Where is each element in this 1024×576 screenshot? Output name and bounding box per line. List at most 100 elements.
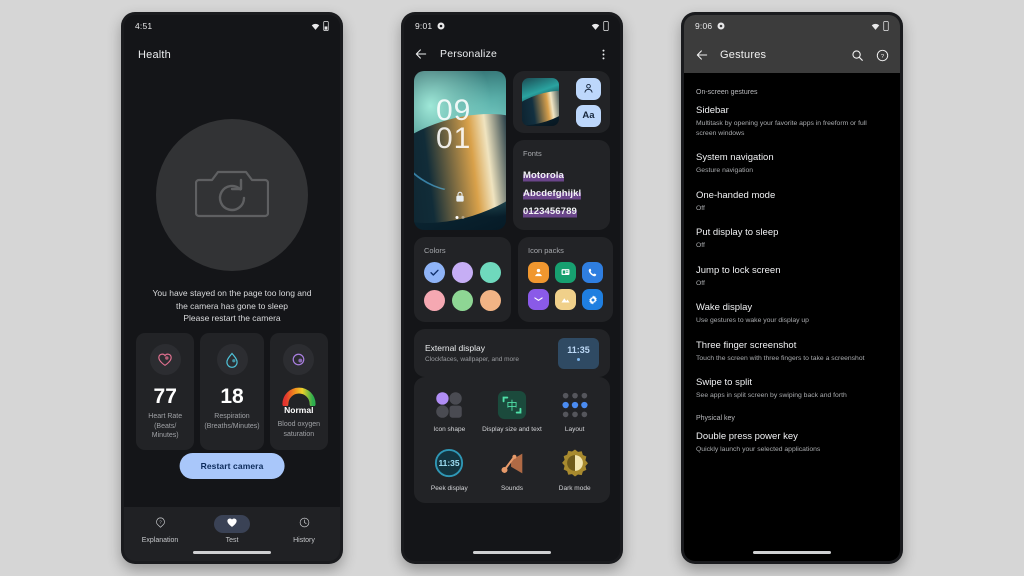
list-item-swipe-to-split[interactable]: Swipe to split See apps in split screen … — [696, 377, 888, 401]
icon-shape-icon — [434, 389, 465, 420]
list-item-system-navigation[interactable]: System navigation Gesture navigation — [696, 152, 888, 176]
card-header: Fonts — [523, 149, 542, 158]
stat-card-blood-oxygen[interactable]: Normal Blood oxygen saturation — [269, 333, 329, 450]
home-indicator[interactable] — [473, 551, 551, 554]
nav-item-explanation[interactable]: ? Explanation — [129, 515, 191, 544]
colors-iconpacks-row: Colors Icon packs — [414, 237, 613, 322]
list-item-wake-display[interactable]: Wake display Use gestures to wake your d… — [696, 302, 888, 326]
icon-packs-card[interactable]: Icon packs — [518, 237, 613, 322]
font-sample-line: Abcdefghijkl — [523, 187, 582, 200]
nav-label: Test — [225, 537, 239, 544]
phone-health: 4:51 Health You have stayed on the page … — [121, 12, 343, 564]
list-item-sidebar[interactable]: Sidebar Multitask by opening your favori… — [696, 105, 888, 138]
wifi-icon — [871, 22, 880, 31]
list-item-three-finger-screenshot[interactable]: Three finger screenshot Touch the screen… — [696, 340, 888, 364]
list-item-double-press-power-key[interactable]: Double press power key Quickly launch yo… — [696, 431, 888, 455]
grid-item-dark-mode[interactable]: Dark mode — [543, 448, 606, 494]
list-item-title: Swipe to split — [696, 377, 752, 388]
phone-icon[interactable] — [582, 262, 603, 283]
list-item-subtitle: Use gestures to wake your display up — [696, 317, 809, 324]
grid-item-layout[interactable]: Layout — [543, 389, 606, 435]
camera-refresh-icon — [194, 162, 270, 229]
grid-item-icon-shape[interactable]: Icon shape — [418, 389, 481, 435]
page-dot — [455, 216, 459, 219]
color-swatch[interactable] — [424, 290, 445, 311]
grid-item-label: Icon shape — [433, 426, 466, 433]
help-circle-icon[interactable]: ? — [876, 49, 889, 62]
stat-card-heart-rate[interactable]: 77 Heart Rate (Beats/ Minutes) — [136, 333, 195, 450]
messages-icon[interactable] — [555, 262, 576, 283]
layout-grid-icon — [559, 389, 590, 420]
list-item-title: Put display to sleep — [696, 227, 779, 238]
phone-gestures-screen: 9:06 Gestures ? On-screen gestures Sideb… — [684, 15, 900, 561]
photos-icon[interactable] — [555, 289, 576, 310]
personalize-grid: Icon shape 中 Display size and text Layou… — [418, 389, 606, 493]
app-bar: Personalize — [404, 37, 620, 71]
stat-label: Heart Rate (Beats/ Minutes) — [148, 413, 183, 439]
fonts-card[interactable]: Fonts Motorola Abcdefghijkl 0123456789 — [513, 140, 610, 230]
dark-mode-icon — [559, 448, 590, 479]
colors-card[interactable]: Colors — [414, 237, 511, 322]
location-icon — [437, 22, 445, 30]
grid-item-label: Display size and text — [482, 426, 542, 433]
list-item-title: Three finger screenshot — [696, 339, 797, 351]
home-indicator[interactable] — [193, 551, 271, 554]
location-icon — [717, 22, 725, 30]
sleep-message-line: You have stayed on the page too long and — [152, 288, 312, 298]
status-bar: 9:01 — [404, 15, 620, 37]
clock-icon — [299, 515, 310, 533]
list-item-subtitle: Off — [696, 204, 705, 212]
nav-pill-active — [214, 515, 250, 533]
stat-label: Blood oxygen saturation — [277, 421, 321, 438]
nav-item-test[interactable]: Test — [201, 515, 263, 544]
svg-text:中: 中 — [506, 399, 517, 412]
phone-personalize: 9:01 Personalize 09 01 Aa Fonts Motorola… — [401, 12, 623, 564]
card-title: External display — [425, 343, 486, 353]
wifi-icon — [311, 22, 320, 31]
list-item-title: Jump to lock screen — [696, 264, 781, 276]
stat-label: Respiration (Breaths/Minutes) — [204, 413, 260, 430]
list-item-put-display-to-sleep[interactable]: Put display to sleep Off — [696, 227, 888, 251]
personalize-scroll[interactable]: 09 01 Aa Fonts Motorola Abcdefghijkl 012… — [404, 71, 620, 561]
grid-item-label: Dark mode — [558, 484, 591, 492]
color-swatch[interactable] — [480, 262, 501, 283]
search-icon[interactable] — [851, 49, 864, 62]
color-swatch[interactable] — [452, 262, 473, 283]
svg-text:?: ? — [881, 53, 885, 59]
mail-icon[interactable] — [528, 289, 549, 310]
restart-camera-button[interactable]: Restart camera — [179, 453, 285, 479]
list-item-one-handed-mode[interactable]: One-handed mode Off — [696, 190, 888, 214]
grid-item-sounds[interactable]: Sounds — [481, 448, 544, 494]
grid-item-display-size[interactable]: 中 Display size and text — [481, 389, 544, 435]
color-swatch[interactable] — [480, 290, 501, 311]
gestures-list[interactable]: On-screen gestures Sidebar Multitask by … — [684, 73, 900, 561]
color-swatch[interactable] — [452, 290, 473, 311]
camera-sleep-indicator[interactable] — [156, 119, 308, 271]
color-swatch-selected[interactable] — [424, 262, 445, 283]
nav-item-history[interactable]: History — [273, 515, 335, 544]
color-swatch-grid — [424, 262, 501, 311]
grid-item-label: Layout — [564, 426, 585, 433]
font-icon[interactable]: Aa — [576, 104, 601, 127]
contacts-icon[interactable] — [528, 262, 549, 283]
page-dots — [455, 216, 465, 219]
water-drop-icon — [216, 344, 248, 375]
oxygen-gauge: Normal — [282, 387, 316, 415]
home-indicator[interactable] — [753, 551, 831, 554]
quick-personalize-card[interactable]: Aa — [513, 71, 610, 133]
more-vert-icon[interactable] — [597, 48, 610, 61]
list-item-jump-to-lock-screen[interactable]: Jump to lock screen Off — [696, 265, 888, 289]
status-bar-time: 9:06 — [695, 21, 713, 31]
grid-item-peek-display[interactable]: 11:35 Peek display — [418, 448, 481, 494]
person-icon[interactable] — [576, 77, 601, 100]
external-display-card[interactable]: External display Clockfaces, wallpaper, … — [414, 329, 610, 377]
wallpaper-card[interactable]: 09 01 — [414, 71, 506, 230]
list-item-subtitle: Multitask by opening your favorite apps … — [696, 120, 867, 137]
settings-gear-icon[interactable] — [582, 289, 603, 310]
arrow-back-icon[interactable] — [414, 47, 428, 61]
stat-card-respiration[interactable]: 18 Respiration (Breaths/Minutes) — [200, 333, 264, 450]
font-sample-line: Motorola — [523, 169, 564, 182]
battery-icon — [323, 21, 329, 31]
battery-icon — [883, 21, 889, 31]
arrow-back-icon[interactable] — [695, 48, 709, 62]
